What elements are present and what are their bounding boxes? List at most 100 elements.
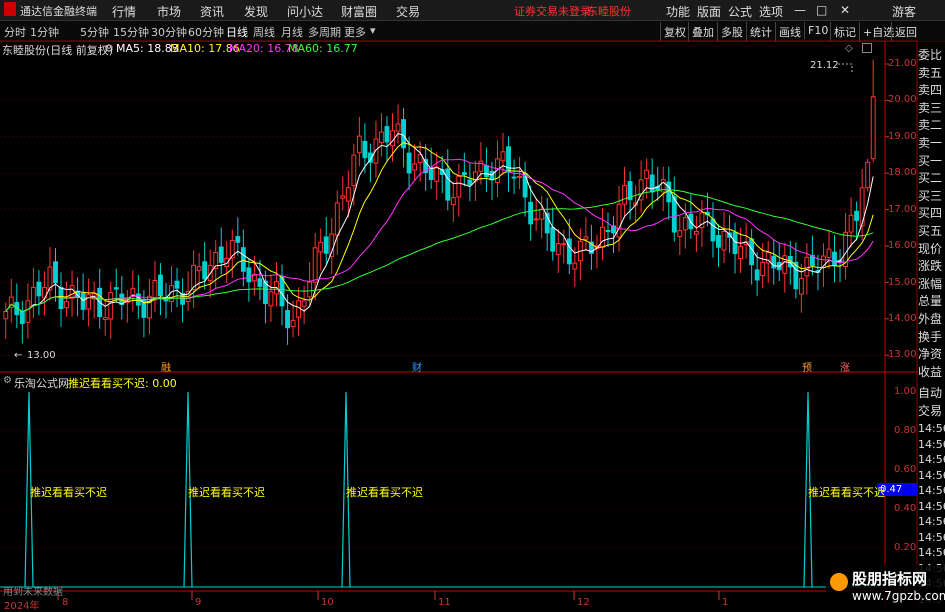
candle-body bbox=[102, 317, 108, 320]
trade-label[interactable]: 交易 bbox=[918, 402, 945, 419]
zoom-box-icon[interactable] bbox=[862, 43, 872, 53]
tick-time: 14:56 bbox=[918, 453, 945, 466]
candle-body bbox=[323, 236, 329, 254]
candle-body bbox=[716, 235, 721, 248]
candle-body bbox=[312, 247, 318, 283]
candle-body bbox=[461, 172, 467, 176]
tick-time: 14:56 bbox=[918, 422, 945, 435]
candle-body bbox=[257, 278, 263, 287]
signal-label: 推迟看看买不迟 bbox=[30, 486, 107, 499]
candle-body bbox=[345, 187, 351, 202]
candle-body bbox=[644, 169, 650, 180]
price-tick: 13.00 bbox=[888, 349, 917, 360]
candle-body bbox=[390, 130, 395, 147]
candle-body bbox=[826, 248, 832, 259]
quote-field-label: 卖一 bbox=[918, 136, 943, 150]
candle-body bbox=[69, 285, 75, 299]
candle-body bbox=[738, 245, 744, 260]
event-mark-margin[interactable]: 融 bbox=[161, 359, 171, 374]
candle-body bbox=[710, 218, 716, 242]
watermark-logo-icon bbox=[830, 573, 848, 591]
event-mark-finance[interactable]: 财 bbox=[412, 359, 422, 374]
candle-body bbox=[693, 230, 699, 235]
quote-field-label: 换手 bbox=[918, 329, 943, 344]
candle-body bbox=[428, 167, 434, 181]
quote-field-label: 涨幅 bbox=[918, 276, 943, 291]
kline-chart-canvas[interactable] bbox=[0, 0, 945, 609]
candle-body bbox=[500, 151, 506, 162]
candle-body bbox=[395, 123, 401, 132]
candle-body bbox=[870, 96, 876, 160]
quote-field-label: 卖二 bbox=[918, 118, 943, 133]
indicator-settings-icon[interactable]: ⚙ bbox=[3, 375, 12, 386]
candle-body bbox=[3, 311, 9, 320]
candle-body bbox=[108, 292, 114, 320]
candle-body bbox=[798, 277, 804, 295]
candle-body bbox=[53, 261, 58, 284]
candle-body bbox=[307, 281, 313, 298]
watermark-title: 股朋指标网 bbox=[852, 570, 928, 588]
price-tick: 20.00 bbox=[888, 94, 917, 105]
candle-body bbox=[456, 175, 462, 198]
candle-body bbox=[616, 203, 622, 238]
ma-settings-icon[interactable]: ⚙ bbox=[104, 42, 114, 55]
indicator-title[interactable]: 乐淘公式网 bbox=[14, 375, 69, 391]
candle-body bbox=[671, 196, 677, 233]
candle-body bbox=[406, 152, 412, 174]
candle-body bbox=[235, 236, 241, 243]
watermark-box: 股朋指标网 www.7gpzb.com bbox=[826, 565, 945, 609]
future-data-note: 用到未来数据 bbox=[3, 587, 63, 598]
candle-body bbox=[550, 226, 556, 252]
signal-label: 推迟看看买不迟 bbox=[188, 486, 265, 499]
indicator-formula-label: 推迟看看买不迟: 0.00 bbox=[68, 377, 177, 390]
low-price-label: 13.00 bbox=[27, 350, 56, 361]
x-axis-label: 11 bbox=[438, 597, 451, 608]
candle-body bbox=[36, 281, 42, 297]
candle-body bbox=[754, 269, 760, 281]
ma5-line bbox=[5, 132, 874, 313]
candle-body bbox=[296, 300, 302, 318]
candle-body bbox=[379, 131, 384, 143]
candle-body bbox=[384, 126, 390, 143]
price-tick: 21.00 bbox=[888, 58, 917, 69]
candle-body bbox=[865, 161, 871, 189]
quote-field-label: 买二 bbox=[918, 171, 943, 186]
event-mark-forecast[interactable]: 预 bbox=[802, 359, 812, 374]
candle-body bbox=[749, 238, 755, 266]
price-tick: 14.00 bbox=[888, 313, 917, 324]
chart-title: 东睦股份(日线 前复权) bbox=[2, 44, 114, 57]
quote-field-label: 现价 bbox=[918, 241, 943, 256]
candle-body bbox=[511, 176, 517, 179]
candle-body bbox=[522, 172, 528, 198]
candle-body bbox=[566, 238, 572, 265]
candle-body bbox=[445, 168, 451, 201]
low-price-label-arrow: ← bbox=[14, 350, 23, 361]
indicator-tick: 1.00 bbox=[894, 386, 917, 397]
auto-trade-label[interactable]: 自动 bbox=[918, 384, 945, 401]
quote-field-label: 净资 bbox=[918, 347, 943, 362]
candle-body bbox=[572, 262, 578, 270]
candle-body bbox=[412, 163, 418, 171]
candle-body bbox=[555, 243, 561, 255]
quote-field-label: 外盘 bbox=[918, 312, 943, 326]
candle-body bbox=[301, 300, 307, 307]
candle-body bbox=[760, 261, 766, 277]
ma60-line bbox=[5, 189, 874, 313]
candle-body bbox=[340, 195, 346, 199]
candle-body bbox=[113, 287, 119, 290]
diamond-icon[interactable]: ◇ bbox=[845, 43, 853, 54]
candle-body bbox=[25, 300, 31, 323]
event-mark-limit-up[interactable]: 涨 bbox=[840, 359, 850, 374]
candle-body bbox=[434, 166, 440, 182]
x-axis-label: 12 bbox=[577, 597, 590, 608]
quote-field-label: 卖三 bbox=[918, 100, 943, 115]
candle-body bbox=[174, 280, 180, 289]
candle-body bbox=[467, 179, 473, 186]
candle-body bbox=[721, 230, 727, 251]
quote-field-label: 总量 bbox=[918, 294, 943, 309]
tick-time: 14:56 bbox=[918, 437, 945, 451]
tick-time: 14:56 bbox=[918, 484, 945, 497]
candle-body bbox=[533, 218, 539, 221]
x-axis-label: 2024年 bbox=[4, 601, 40, 612]
x-axis-label: 8 bbox=[62, 597, 69, 608]
